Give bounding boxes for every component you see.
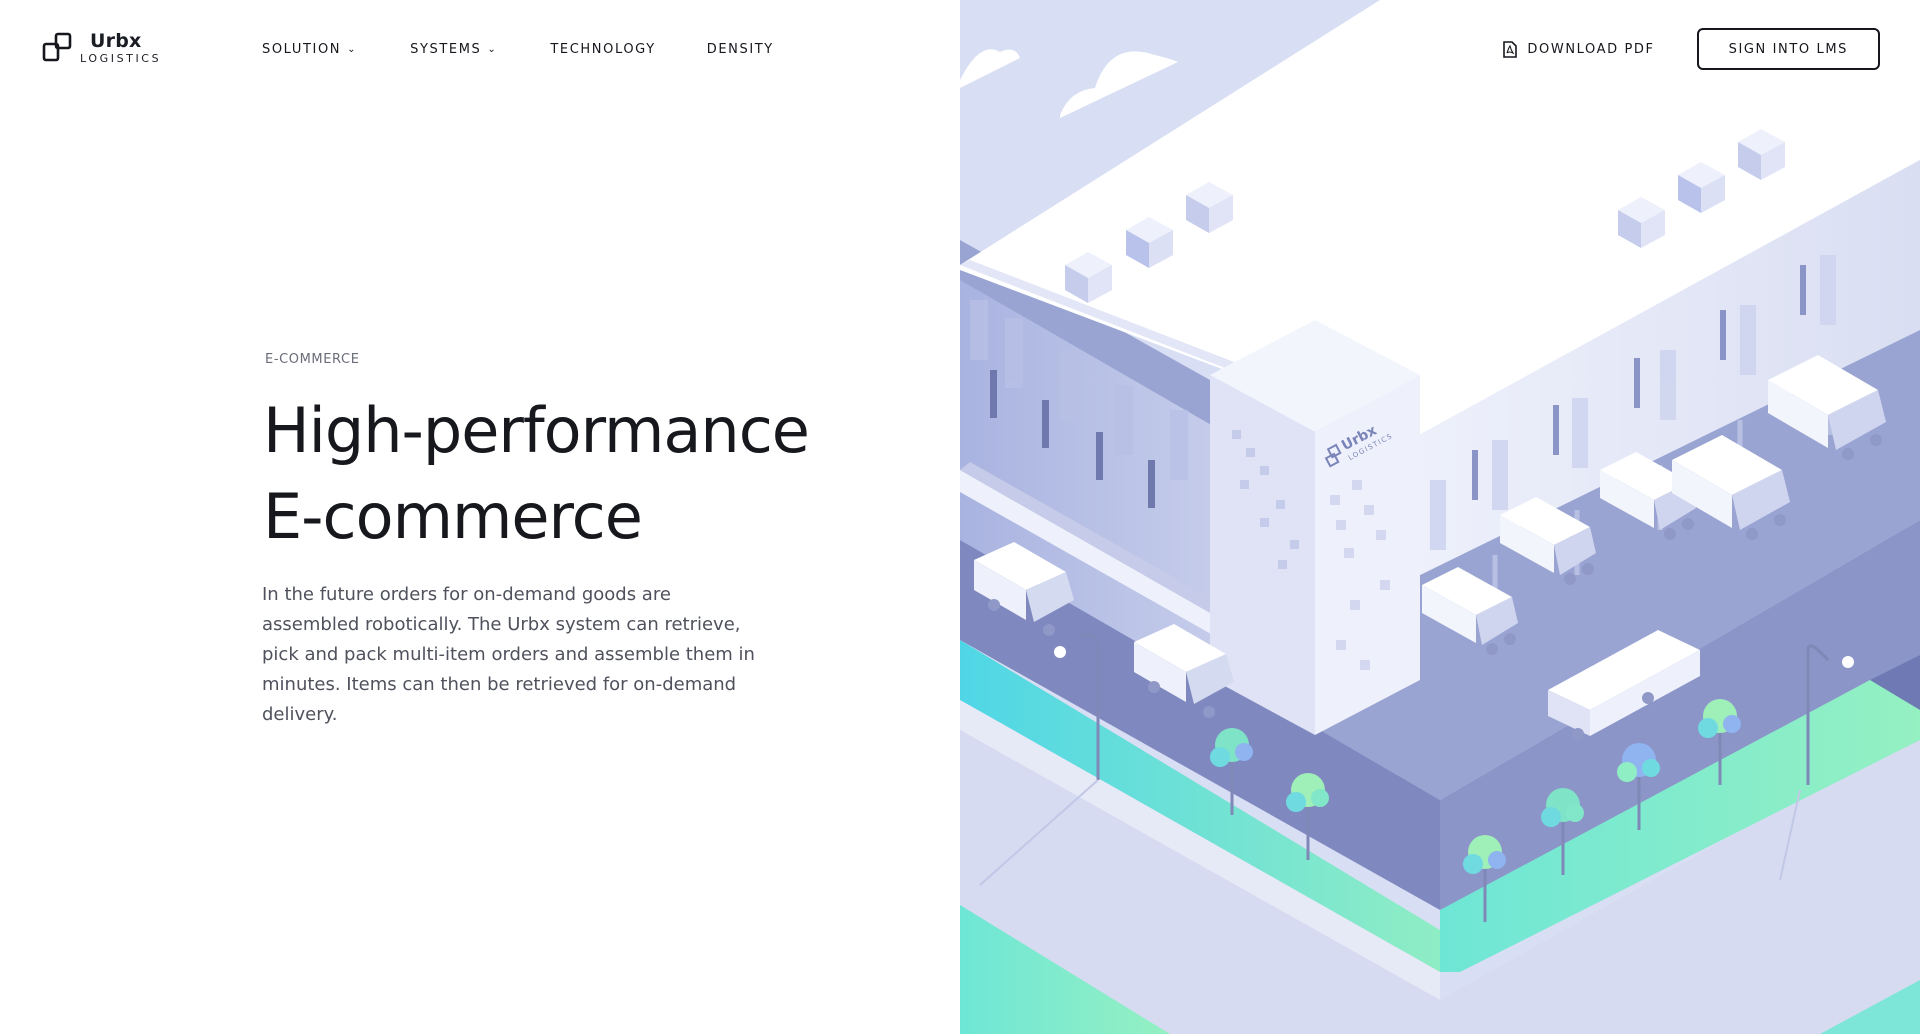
brand-logo[interactable]: Urbx LOGISTICS: [42, 32, 161, 64]
nav-label: SOLUTION: [262, 42, 342, 57]
chevron-down-icon: ⌄: [347, 44, 358, 55]
download-pdf-label: DOWNLOAD PDF: [1527, 41, 1655, 57]
hero-title-line1: High-performance: [263, 394, 810, 467]
header-actions: DOWNLOAD PDF SIGN INTO LMS: [1503, 28, 1880, 70]
nav-label: SYSTEMS: [410, 42, 482, 57]
sign-into-lms-button[interactable]: SIGN INTO LMS: [1696, 28, 1880, 70]
hero-title: High-performance E-commerce: [263, 388, 810, 560]
hero-body: In the future orders for on-demand goods…: [262, 584, 755, 725]
pdf-file-icon: [1503, 40, 1518, 58]
nav-label: TECHNOLOGY: [550, 42, 656, 57]
logo-mark-icon: [42, 32, 72, 62]
warehouse-illustration: Urbx LOGISTICS DOWNLOAD PDF SIGN INTO LM…: [960, 0, 1920, 1034]
isometric-warehouse-image: Urbx LOGISTICS: [960, 0, 1920, 1034]
nav-label: DENSITY: [706, 42, 774, 57]
nav-item-density[interactable]: DENSITY: [707, 42, 774, 57]
brand-sub: LOGISTICS: [80, 52, 162, 65]
nav-item-technology[interactable]: TECHNOLOGY: [550, 42, 655, 57]
nav-item-systems[interactable]: SYSTEMS ⌄: [410, 42, 497, 57]
hero-title-line2: E-commerce: [263, 480, 643, 553]
nav-item-solution[interactable]: SOLUTION ⌄: [262, 42, 357, 57]
download-pdf-link[interactable]: DOWNLOAD PDF: [1503, 40, 1655, 58]
chevron-down-icon: ⌄: [487, 44, 498, 55]
hero-eyebrow: E-COMMERCE: [265, 352, 360, 367]
hero-panel: Urbx LOGISTICS SOLUTION ⌄ SYSTEMS ⌄ TECH…: [0, 0, 960, 1034]
brand-name: Urbx: [90, 30, 142, 52]
main-nav: SOLUTION ⌄ SYSTEMS ⌄ TECHNOLOGY DENSITY: [262, 42, 774, 57]
